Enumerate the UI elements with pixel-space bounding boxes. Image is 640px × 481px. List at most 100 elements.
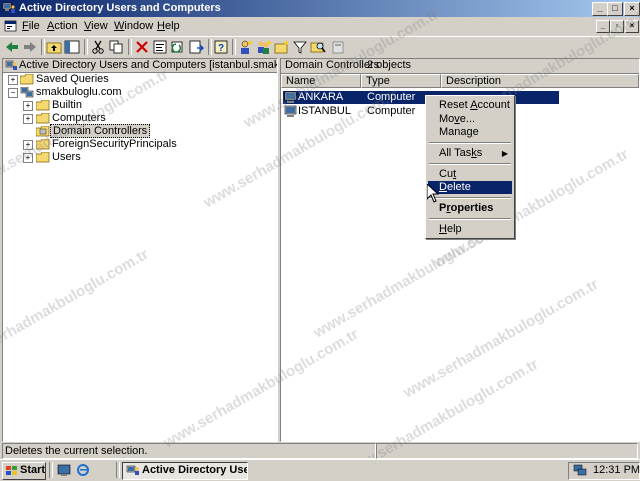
- list-cell-type: Computer: [367, 105, 416, 117]
- minimize-button[interactable]: _: [592, 2, 608, 16]
- tree-item-users[interactable]: + Users: [3, 151, 277, 164]
- expand-plus-icon[interactable]: +: [23, 114, 33, 124]
- new-user-icon[interactable]: [238, 39, 254, 55]
- menu-separator: [429, 197, 511, 199]
- ctx-reset-account[interactable]: Reset Account: [428, 99, 512, 112]
- toolbar-separator: [128, 39, 132, 55]
- cut-icon[interactable]: [90, 39, 106, 55]
- ctx-move[interactable]: Move...: [428, 113, 512, 126]
- add-to-group-icon[interactable]: [330, 39, 346, 55]
- collapse-minus-icon[interactable]: −: [8, 88, 18, 98]
- menu-file[interactable]: File: [22, 20, 40, 32]
- network-icon[interactable]: [573, 464, 587, 477]
- internet-explorer-icon[interactable]: [76, 463, 90, 477]
- expand-plus-icon[interactable]: +: [23, 153, 33, 163]
- menu-separator: [429, 142, 511, 144]
- ctx-help[interactable]: Help: [428, 223, 512, 236]
- list-row-ankara[interactable]: ANKARA Computer: [283, 91, 559, 104]
- column-header-type[interactable]: Type: [361, 74, 441, 88]
- ctx-manage[interactable]: Manage: [428, 126, 512, 139]
- menu-window[interactable]: Window: [114, 20, 153, 32]
- delete-icon[interactable]: [134, 39, 150, 55]
- taskbar-button-label: Active Directory User...: [142, 464, 248, 476]
- show-console-tree-icon[interactable]: [64, 39, 80, 55]
- tree-root-label: Active Directory Users and Computers [is…: [19, 59, 277, 71]
- computer-icon: [284, 105, 297, 117]
- folder-icon: [36, 152, 50, 163]
- start-button[interactable]: Start: [2, 462, 46, 480]
- filter-icon[interactable]: [292, 39, 308, 55]
- column-header-description[interactable]: Description: [441, 74, 639, 88]
- window-title: Active Directory Users and Computers: [19, 2, 221, 14]
- toolbar-separator: [232, 39, 236, 55]
- tree-item-label: Users: [52, 151, 81, 163]
- column-header-name[interactable]: Name: [281, 74, 361, 88]
- taskbar-button-ad-users[interactable]: Active Directory User...: [122, 462, 248, 480]
- tree-item-label: Domain Controllers: [50, 124, 151, 138]
- menu-help[interactable]: Help: [157, 20, 180, 32]
- child-close-button[interactable]: ×: [625, 20, 639, 33]
- ad-users-computers-icon: [126, 465, 139, 475]
- details-header-count: 2 objects: [367, 59, 412, 71]
- ctx-delete[interactable]: Delete: [428, 181, 512, 194]
- expand-plus-icon[interactable]: +: [23, 101, 33, 111]
- child-minimize-button[interactable]: _: [596, 20, 610, 33]
- maximize-button[interactable]: □: [607, 2, 623, 16]
- expand-plus-icon[interactable]: +: [23, 140, 33, 150]
- list-row-istanbul[interactable]: ISTANBUL Computer: [283, 105, 559, 118]
- list-cell-name: ANKARA: [298, 91, 344, 103]
- tree-item-label: Computers: [52, 112, 106, 124]
- new-ou-icon[interactable]: [274, 39, 290, 55]
- clock[interactable]: 12:31 PM: [593, 464, 640, 476]
- close-button[interactable]: ×: [624, 2, 640, 16]
- menu-action[interactable]: Action: [47, 20, 78, 32]
- toolbar-separator: [41, 39, 45, 55]
- export-list-icon[interactable]: [188, 39, 204, 55]
- new-group-icon[interactable]: [256, 39, 272, 55]
- folder-icon: [36, 113, 50, 124]
- tree-item-label: ForeignSecurityPrincipals: [52, 138, 177, 150]
- properties-icon[interactable]: [152, 39, 168, 55]
- ctx-properties[interactable]: Properties: [428, 202, 512, 215]
- help-icon[interactable]: ?: [213, 39, 229, 55]
- menu-separator: [429, 163, 511, 165]
- console-icon[interactable]: [4, 20, 17, 33]
- list-cell-name: ISTANBUL: [298, 105, 351, 117]
- svg-text:?: ?: [218, 43, 224, 54]
- tree-item-saved-queries[interactable]: + Saved Queries: [3, 73, 277, 86]
- taskbar-separator: [116, 462, 120, 478]
- tree-item-foreign-security-principals[interactable]: + ForeignSecurityPrincipals: [3, 138, 277, 151]
- child-restore-button[interactable]: ▫: [610, 20, 624, 33]
- mouse-cursor-icon: [427, 184, 439, 203]
- forward-arrow-icon[interactable]: [22, 39, 38, 55]
- expand-plus-icon[interactable]: +: [8, 75, 18, 85]
- folder-icon: [20, 74, 34, 85]
- details-header: Domain Controllers 2 objects: [281, 59, 639, 74]
- ctx-all-tasks[interactable]: All Tasks ▶: [428, 147, 512, 160]
- back-arrow-icon[interactable]: [4, 39, 20, 55]
- show-desktop-icon[interactable]: [57, 463, 71, 477]
- tree-root-row[interactable]: Active Directory Users and Computers [is…: [3, 59, 277, 73]
- menu-view[interactable]: View: [84, 20, 108, 32]
- up-folder-icon[interactable]: [46, 39, 62, 55]
- menu-separator: [429, 218, 511, 220]
- refresh-icon[interactable]: [170, 39, 186, 55]
- find-icon[interactable]: [310, 39, 326, 55]
- ad-users-computers-icon: [2, 2, 16, 13]
- toolbar-separator: [208, 39, 212, 55]
- tree-item-builtin[interactable]: + Builtin: [3, 99, 277, 112]
- copy-icon[interactable]: [108, 39, 124, 55]
- context-menu: Reset Account Move... Manage All Tasks ▶…: [425, 95, 515, 239]
- ctx-cut[interactable]: Cut: [428, 168, 512, 181]
- title-bar[interactable]: Active Directory Users and Computers _ □…: [0, 0, 640, 17]
- toolbar-separator: [84, 39, 88, 55]
- tree-item-label: Builtin: [52, 99, 82, 111]
- tree-item-domain-controllers[interactable]: Domain Controllers: [3, 124, 277, 138]
- tree-item-label: smakbuloglu.com: [36, 86, 122, 98]
- windows-logo-icon: [6, 466, 17, 475]
- taskbar-separator: [49, 462, 53, 478]
- status-bar: Deletes the current selection.: [0, 442, 640, 459]
- ou-folder-icon: [36, 126, 50, 137]
- tree-item-domain[interactable]: − smakbuloglu.com: [3, 86, 277, 99]
- folder-icon: [36, 139, 50, 150]
